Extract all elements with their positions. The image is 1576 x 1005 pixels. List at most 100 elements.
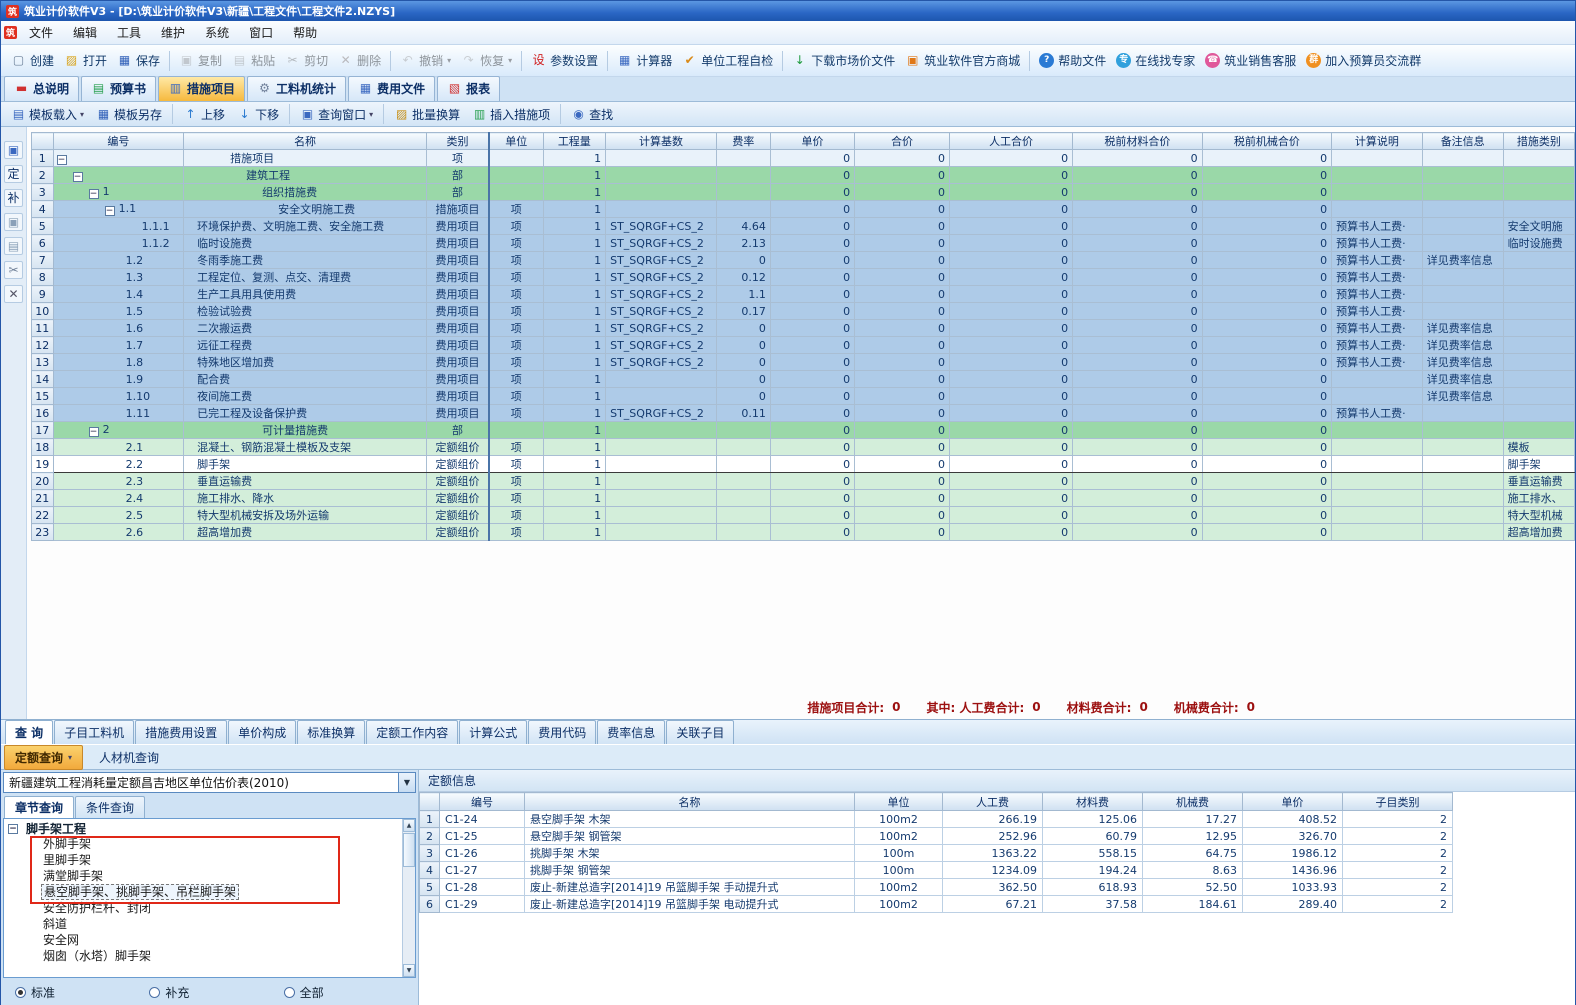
table-row[interactable]: 51.1.1环境保护费、文明施工费、安全施工费费用项目项1ST_SQRGF+CS… [32, 218, 1575, 235]
online-expert-button[interactable]: 专在线找专家 [1111, 49, 1200, 72]
bottom-tab-rate-info[interactable]: 费率信息 [597, 720, 665, 744]
menu-system[interactable]: 系统 [195, 21, 239, 44]
scroll-down-icon[interactable]: ▼ [403, 964, 415, 977]
column-header[interactable]: 税前机械合价 [1202, 133, 1332, 150]
column-header[interactable]: 措施类别 [1503, 133, 1574, 150]
radio-standard[interactable]: 标准 [15, 984, 149, 1001]
column-header[interactable]: 编号 [53, 133, 184, 150]
quota-button[interactable]: 定 [4, 165, 23, 183]
tree-item-chimney-scaffold[interactable]: 烟囱（水塔）脚手架 [4, 948, 415, 964]
join-group-button[interactable]: 群加入预算员交流群 [1301, 49, 1426, 72]
column-header[interactable]: 税前材料合价 [1073, 133, 1203, 150]
tree-root-node[interactable]: −脚手架工程 [4, 819, 415, 836]
query-window-button[interactable]: ▣查询窗口▾ [294, 104, 379, 125]
column-header[interactable]: 备注信息 [1422, 133, 1503, 150]
column-header[interactable]: 名称 [184, 133, 427, 150]
table-row[interactable]: 182.1混凝土、钢筋混凝土模板及支架定额组价项100000模板 [32, 439, 1575, 456]
table-row[interactable]: 121.7远征工程费费用项目项1ST_SQRGF+CS_2000000预算书人工… [32, 337, 1575, 354]
table-row[interactable]: 2−建筑工程部100000 [32, 167, 1575, 184]
collapse-icon[interactable]: − [57, 155, 67, 165]
column-header[interactable]: 单价 [1243, 793, 1343, 811]
column-header[interactable]: 类别 [426, 133, 489, 150]
measures-table[interactable]: 编号名称类别单位工程量计算基数费率单价合价人工合价税前材料合价税前机械合价计算说… [31, 132, 1575, 541]
collapse-icon[interactable]: − [73, 172, 83, 182]
new-file-button[interactable]: ▢创建 [6, 49, 59, 72]
cut-button[interactable]: ✂ [4, 261, 23, 279]
radio-all[interactable]: 全部 [284, 984, 418, 1001]
tab-reports[interactable]: ▧报表 [437, 76, 500, 101]
tree-item-safety-rail[interactable]: 安全防护栏杆、封闭 [4, 900, 415, 916]
scroll-thumb[interactable] [403, 833, 415, 867]
column-header[interactable]: 编号 [440, 793, 525, 811]
tree-item-outer-scaffold[interactable]: 外脚手架 [4, 836, 415, 852]
bottom-tab-query[interactable]: 查 询 [5, 720, 53, 744]
table-row[interactable]: 212.4施工排水、降水定额组价项100000施工排水、 [32, 490, 1575, 507]
tab-labor-material-stats[interactable]: ⚙工料机统计 [247, 76, 346, 101]
table-row[interactable]: 61.1.2临时设施费费用项目项1ST_SQRGF+CS_22.1300000预… [32, 235, 1575, 252]
official-store-button[interactable]: ▣筑业软件官方商城 [900, 49, 1025, 72]
table-row[interactable]: 222.5特大型机械安拆及场外运输定额组价项100000特大型机械 [32, 507, 1575, 524]
tab-general-notes[interactable]: ▬总说明 [4, 76, 79, 101]
table-row[interactable]: 232.6超高增加费定额组价项100000超高增加费 [32, 524, 1575, 541]
delete-button[interactable]: ✕删除 [333, 49, 386, 72]
sales-support-button[interactable]: ☎筑业销售客服 [1200, 49, 1301, 72]
menu-window[interactable]: 窗口 [239, 21, 283, 44]
table-row[interactable]: 17−2可计量措施费部100000 [32, 422, 1575, 439]
move-down-button[interactable]: ↓下移 [231, 104, 285, 125]
table-row[interactable]: 151.10夜间施工费费用项目项1000000详见费率信息 [32, 388, 1575, 405]
undo-button[interactable]: ↶撤销▾ [395, 49, 456, 72]
copy-button[interactable]: ▣复制 [174, 49, 227, 72]
bottom-tab-measure-fee-settings[interactable]: 措施费用设置 [135, 720, 227, 744]
collapse-icon[interactable]: − [89, 189, 99, 199]
supplement-button[interactable]: 补 [4, 189, 23, 207]
table-row[interactable]: 101.5检验试验费费用项目项1ST_SQRGF+CS_20.1700000预算… [32, 303, 1575, 320]
menu-file[interactable]: 文件 [19, 21, 63, 44]
scroll-up-icon[interactable]: ▲ [403, 819, 415, 832]
table-row[interactable]: 131.8特殊地区增加费费用项目项1ST_SQRGF+CS_2000000预算书… [32, 354, 1575, 371]
template-load-button[interactable]: ▤模板载入▾ [5, 104, 90, 125]
quota-library-select[interactable]: 新疆建筑工程消耗量定额昌吉地区单位估价表(2010) ▼ [3, 772, 416, 793]
column-header[interactable]: 计算说明 [1332, 133, 1423, 150]
param-settings-button[interactable]: 设参数设置 [526, 49, 603, 72]
column-header[interactable]: 费率 [716, 133, 770, 150]
bottom-tab-fee-code[interactable]: 费用代码 [528, 720, 596, 744]
tab-condition-query[interactable]: 条件查询 [75, 796, 145, 818]
table-row[interactable]: 71.2冬雨季施工费费用项目项1ST_SQRGF+CS_2000000预算书人工… [32, 252, 1575, 269]
table-row[interactable]: 91.4生产工具用具使用费费用项目项1ST_SQRGF+CS_21.100000… [32, 286, 1575, 303]
calculator-button[interactable]: ▦计算器 [612, 49, 677, 72]
close-button[interactable]: ✕ [4, 285, 23, 303]
tree-item-inner-scaffold[interactable]: 里脚手架 [4, 852, 415, 868]
unit-project-self-check-button[interactable]: ✔单位工程自检 [677, 49, 778, 72]
save-button[interactable]: ▦保存 [112, 49, 165, 72]
column-header[interactable]: 计算基数 [606, 133, 717, 150]
tree-item-full-hall-scaffold[interactable]: 满堂脚手架 [4, 868, 415, 884]
quota-table-row[interactable]: 1C1-24悬空脚手架 木架100m2266.19125.0617.27408.… [420, 811, 1453, 828]
combo-dropdown-icon[interactable]: ▼ [398, 773, 415, 792]
quota-table-row[interactable]: 5C1-28废止-新建总造字[2014]19 吊篮脚手架 手动提升式100m23… [420, 879, 1453, 896]
scrollbar-track[interactable] [403, 868, 415, 964]
table-row[interactable]: 141.9配合费费用项目项1000000详见费率信息 [32, 371, 1575, 388]
column-header[interactable]: 单价 [770, 133, 854, 150]
tab-measure-items[interactable]: ▥措施项目 [158, 76, 245, 101]
collapse-icon[interactable]: − [89, 427, 99, 437]
bottom-tab-sub-item-materials[interactable]: 子目工料机 [54, 720, 134, 744]
copy-button[interactable]: ▣ [4, 213, 23, 231]
quota-table-row[interactable]: 6C1-29废止-新建总造字[2014]19 吊篮脚手架 电动提升式100m26… [420, 896, 1453, 913]
tree-scrollbar[interactable]: ▲ ▼ [402, 819, 415, 977]
tab-fee-file[interactable]: ▦费用文件 [348, 76, 435, 101]
tree-item-safety-net[interactable]: 安全网 [4, 932, 415, 948]
subtab-labor-material-query[interactable]: 人材机查询 [89, 746, 169, 769]
table-row[interactable]: 202.3垂直运输费定额组价项100000垂直运输费 [32, 473, 1575, 490]
menu-help[interactable]: 帮助 [283, 21, 327, 44]
table-row[interactable]: 161.11已完工程及设备保护费费用项目项1ST_SQRGF+CS_20.110… [32, 405, 1575, 422]
float-window-button[interactable]: ▣ [4, 141, 23, 159]
column-header[interactable]: 单位 [855, 793, 943, 811]
table-row[interactable]: 4−1.1安全文明施工费措施项目项100000 [32, 201, 1575, 218]
table-row[interactable]: 1−措施项目项100000 [32, 150, 1575, 167]
column-header[interactable]: 合价 [855, 133, 950, 150]
column-header[interactable]: 名称 [525, 793, 855, 811]
bottom-tab-related-sub-items[interactable]: 关联子目 [666, 720, 734, 744]
column-header[interactable]: 子目类别 [1343, 793, 1453, 811]
help-file-button[interactable]: ?帮助文件 [1034, 49, 1111, 72]
chapter-tree[interactable]: −脚手架工程外脚手架里脚手架满堂脚手架悬空脚手架、挑脚手架、吊栏脚手架安全防护栏… [3, 818, 416, 978]
